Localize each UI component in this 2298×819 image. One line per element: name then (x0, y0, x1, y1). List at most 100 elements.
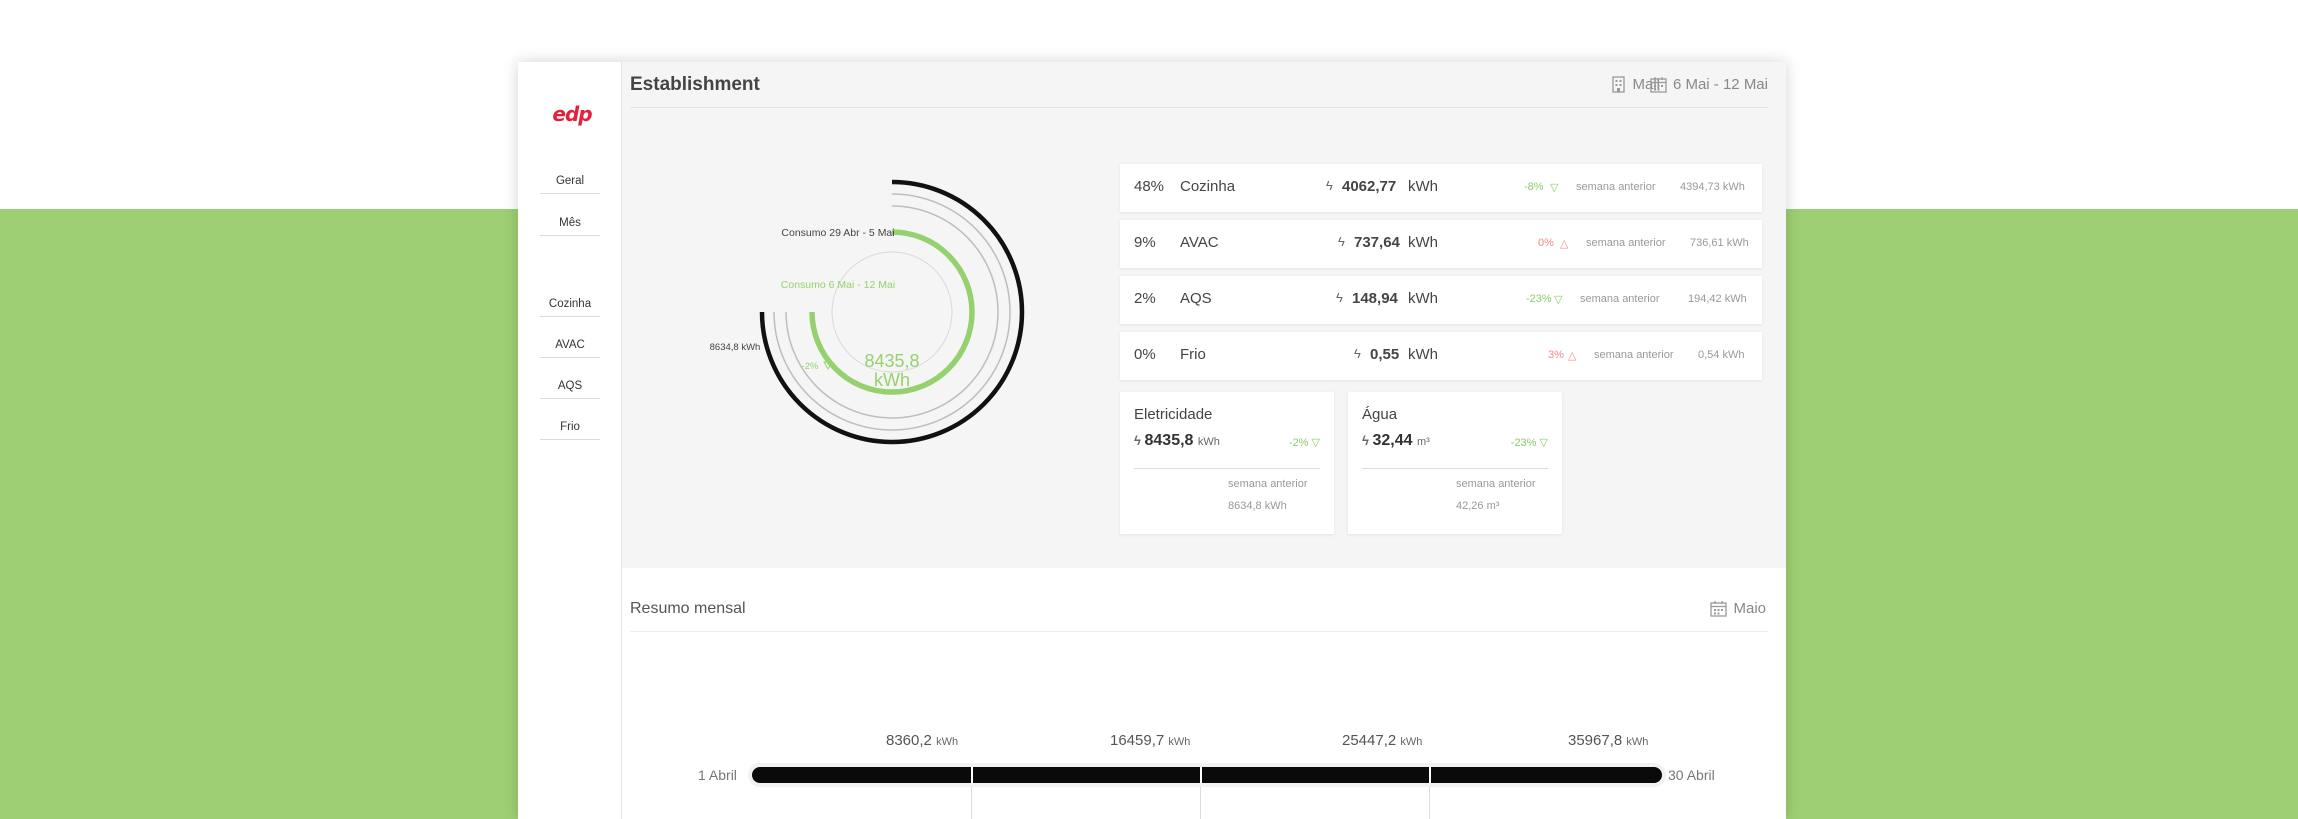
kpi-value: 32,44 (1372, 432, 1413, 449)
previous-week-label: semana anterior (1580, 293, 1660, 305)
category-unit: kWh (1408, 290, 1438, 307)
milestone-value: 25447,2 (1342, 732, 1397, 749)
milestone-label: 8360,2 kWh (886, 732, 958, 749)
bolt-icon: ϟ (1338, 234, 1345, 249)
category-value: 737,64 (1354, 234, 1400, 251)
category-name: Frio (1180, 346, 1206, 363)
sidebar-item-geral[interactable]: Geral (540, 170, 600, 194)
current-period-label: Consumo 6 Mai - 12 Mai (781, 279, 895, 291)
previous-week-value: 736,61 kWh (1690, 237, 1749, 249)
timeline-start-label: 1 Abril (698, 767, 737, 783)
category-delta: -23% (1526, 293, 1552, 305)
kpi-title: Eletricidade (1134, 406, 1213, 423)
previous-week-label: semana anterior (1228, 478, 1308, 490)
app-window: edp Geral Mês Cozinha AVAC AQS Frio Esta… (518, 62, 1786, 819)
monthly-header: Resumo mensal Maio (630, 590, 1768, 632)
divider (1362, 468, 1548, 469)
milestone-unit: kWh (1400, 736, 1423, 748)
kpi-card-agua[interactable]: Água ϟ 32,44 m³ -23% ▽ semana anterior 4… (1348, 392, 1562, 534)
date-range-selector[interactable]: 6 Mai - 12 Mai (1650, 76, 1768, 93)
calendar-icon (1710, 601, 1728, 617)
kpi-card-eletricidade[interactable]: Eletricidade ϟ 8435,8 kWh -2% ▽ semana a… (1120, 392, 1334, 534)
category-delta: -8% (1524, 181, 1544, 193)
sidebar-item-aqs[interactable]: AQS (540, 375, 600, 399)
kpi-value-wrap: ϟ 32,44 m³ (1362, 432, 1430, 450)
previous-consumption-arc (759, 179, 1025, 445)
donut-delta: -2% (802, 361, 819, 372)
category-name: AVAC (1180, 234, 1219, 251)
milestone-unit: kWh (936, 736, 959, 748)
monthly-summary: Resumo mensal Maio 8360,2 kWh 16459,7 kW… (622, 568, 1786, 819)
category-delta: 0% (1538, 237, 1554, 249)
bolt-icon: ϟ (1336, 290, 1343, 305)
sidebar-item-mes[interactable]: Mês (540, 212, 600, 236)
kpi-delta: -23% (1510, 437, 1537, 449)
date-range-label: 6 Mai - 12 Mai (1672, 76, 1768, 93)
previous-week-value: 194,42 kWh (1688, 293, 1747, 305)
previous-week-value: 8634,8 kWh (1228, 500, 1287, 512)
month-selector[interactable]: Maio (1710, 600, 1766, 617)
category-pct: 0% (1134, 346, 1156, 363)
category-row-frio[interactable]: 0% Frio ϟ 0,55 kWh 3% △ semana anterior … (1120, 332, 1762, 380)
previous-week-label: semana anterior (1594, 349, 1674, 361)
divider (1134, 468, 1320, 469)
bar-separator (1200, 767, 1202, 783)
category-unit: kWh (1408, 178, 1438, 195)
milestone-value: 16459,7 (1110, 732, 1165, 749)
bar-separator (971, 767, 973, 783)
bolt-icon: ϟ (1326, 178, 1333, 193)
category-pct: 48% (1134, 178, 1165, 195)
page-title: Establishment (630, 74, 760, 95)
calendar-icon (1650, 77, 1667, 93)
milestone-unit: kWh (1626, 736, 1649, 748)
category-row-cozinha[interactable]: 48% Cozinha ϟ 4062,77 kWh -8% ▽ semana a… (1120, 164, 1762, 212)
trend-down-icon: ▽ (1539, 437, 1548, 449)
previous-week-value: 0,54 kWh (1698, 349, 1745, 361)
monthly-progress-bar[interactable] (752, 767, 1662, 783)
previous-value-label: 8634,8 kWh (710, 342, 761, 353)
trend-down-icon: ▽ (1550, 182, 1559, 194)
previous-week-label: semana anterior (1576, 181, 1656, 193)
kpi-unit: kWh (1197, 436, 1220, 448)
consumption-donut: Consumo 29 Abr - 5 Mai Consumo 6 Mai - 1… (710, 179, 1025, 445)
category-delta: 3% (1548, 349, 1564, 361)
center-value: 8435,8 (864, 351, 919, 371)
kpi-delta-wrap: -2% ▽ (1289, 436, 1320, 449)
category-name: AQS (1180, 290, 1212, 307)
bolt-icon: ϟ (1354, 346, 1361, 361)
center-unit: kWh (874, 370, 910, 390)
category-unit: kWh (1408, 234, 1438, 251)
category-row-avac[interactable]: 9% AVAC ϟ 737,64 kWh 0% △ semana anterio… (1120, 220, 1762, 268)
kpi-title: Água (1362, 406, 1398, 423)
previous-week-value: 42,26 m³ (1456, 500, 1500, 512)
previous-period-label: Consumo 29 Abr - 5 Mai (781, 227, 894, 239)
edp-logo[interactable]: edp (552, 102, 592, 128)
category-value: 4062,77 (1342, 178, 1397, 195)
category-unit: kWh (1408, 346, 1438, 363)
overview-panel: Establishment Mall 6 Mai - 12 Mai Consum… (622, 62, 1786, 568)
sidebar-item-frio[interactable]: Frio (540, 416, 600, 440)
bolt-icon: ϟ (1134, 433, 1145, 448)
kpi-value-wrap: ϟ 8435,8 kWh (1134, 432, 1220, 450)
milestone-value: 8360,2 (886, 732, 932, 749)
category-value: 148,94 (1352, 290, 1398, 307)
milestone-label: 16459,7 kWh (1110, 732, 1190, 749)
milestone-label: 35967,8 kWh (1568, 732, 1648, 749)
timeline-end-label: 30 Abril (1668, 767, 1715, 783)
sidebar-item-avac[interactable]: AVAC (540, 334, 600, 358)
sidebar-item-cozinha[interactable]: Cozinha (540, 293, 600, 317)
milestone-label: 25447,2 kWh (1342, 732, 1422, 749)
trend-up-icon: △ (1568, 350, 1577, 362)
previous-week-label: semana anterior (1456, 478, 1536, 490)
category-row-aqs[interactable]: 2% AQS ϟ 148,94 kWh -23% ▽ semana anteri… (1120, 276, 1762, 324)
previous-week-value: 4394,73 kWh (1680, 181, 1745, 193)
monthly-title: Resumo mensal (630, 600, 746, 617)
page-header: Establishment Mall 6 Mai - 12 Mai (630, 62, 1768, 108)
trend-up-icon: △ (1560, 238, 1569, 250)
category-value: 0,55 (1370, 346, 1400, 363)
bolt-icon: ϟ (1362, 433, 1373, 448)
month-label: Maio (1733, 600, 1766, 617)
kpi-delta: -2% (1288, 437, 1309, 449)
sidebar: edp Geral Mês Cozinha AVAC AQS Frio (518, 62, 622, 819)
kpi-unit: m³ (1417, 436, 1430, 448)
